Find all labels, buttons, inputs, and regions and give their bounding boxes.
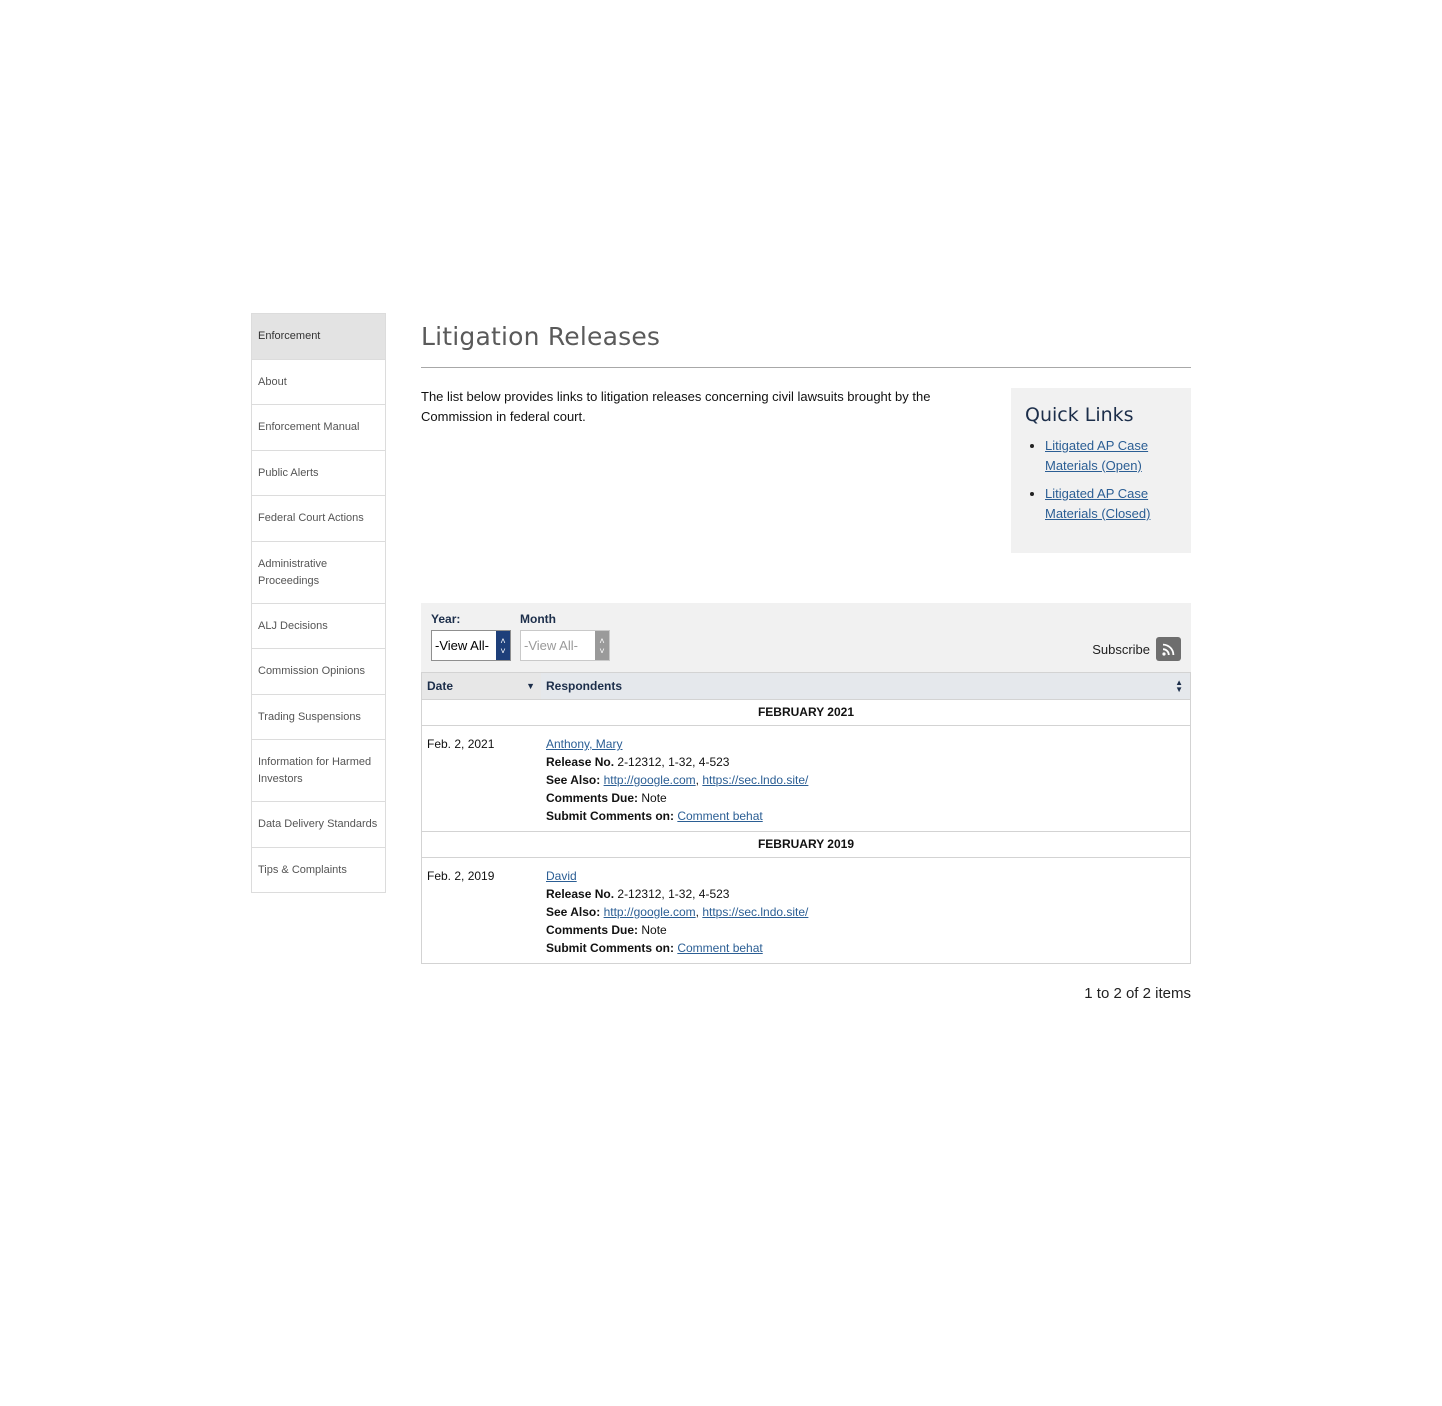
table-header: Date ▼ Respondents ▲ ▼ [422,673,1190,700]
respondent-link[interactable]: David [546,869,577,883]
submit-comments-link[interactable]: Comment behat [677,941,762,955]
sidebar-item-label: About [258,375,287,388]
sidebar-item-commission-opinions[interactable]: Commission Opinions [252,649,385,695]
date-column-header[interactable]: Date ▼ [422,673,541,699]
year-label: Year: [431,612,461,626]
comments-due-value: Note [641,791,667,805]
submit-comments-label: Submit Comments on: [546,941,674,955]
respondent-link[interactable]: Anthony, Mary [546,737,622,751]
releases-table: Date ▼ Respondents ▲ ▼ FEBRUARY 2021 Feb.… [421,672,1191,964]
quick-links-list: Litigated AP Case Materials (Open) Litig… [1025,436,1177,524]
quick-link-closed-cases[interactable]: Litigated AP Case Materials (Closed) [1045,486,1150,521]
respondents-column-header[interactable]: Respondents ▲ ▼ [541,673,1190,699]
pagination-summary: 1 to 2 of 2 items [1084,985,1191,1002]
month-select[interactable]: -View All- ˄ ˅ [520,630,610,661]
release-no-label: Release No. [546,887,615,901]
group-heading: FEBRUARY 2019 [422,832,1190,858]
see-also-link[interactable]: https://sec.lndo.site/ [702,773,808,787]
sidebar-item-administrative-proceedings[interactable]: Administrative Proceedings [252,542,385,604]
table-row: Feb. 2, 2019 David Release No. 2-12312, … [422,858,1190,963]
comments-due-value: Note [641,923,667,937]
subscribe-button[interactable]: Subscribe [1092,637,1181,661]
year-select[interactable]: -View All- ˄ ˅ [431,630,511,661]
see-also-label: See Also: [546,773,601,787]
sidebar-item-enforcement[interactable]: Enforcement [252,314,385,360]
release-date: Feb. 2, 2021 [427,737,495,751]
select-arrows-icon: ˄ ˅ [595,631,609,660]
sidebar-item-label: Trading Suspensions [258,710,361,723]
respondents-header-label: Respondents [546,679,623,693]
table-row: Feb. 2, 2021 Anthony, Mary Release No. 2… [422,726,1190,832]
select-arrows-icon: ˄ ˅ [496,631,510,660]
release-no-label: Release No. [546,755,615,769]
sidebar-item-label: Information for Harmed Investors [258,755,372,785]
year-select-value: -View All- [435,638,489,653]
date-header-label: Date [427,679,454,693]
sidebar-item-label: Enforcement [258,330,321,342]
see-also-label: See Also: [546,905,601,919]
sidebar-item-information-for-harmed-investors[interactable]: Information for Harmed Investors [252,740,385,802]
see-also-link[interactable]: http://google.com [604,905,696,919]
respondent-cell: Anthony, Mary Release No. 2-12312, 1-32,… [546,737,809,823]
sidebar-item-about[interactable]: About [252,360,385,405]
sidebar-item-federal-court-actions[interactable]: Federal Court Actions [252,496,385,542]
release-no-value: 2-12312, 1-32, 4-523 [617,887,730,901]
quick-links-panel: Quick Links Litigated AP Case Materials … [1011,388,1191,553]
comments-due-label: Comments Due: [546,791,639,805]
filter-bar: Year: -View All- ˄ ˅ Month -View All- ˄ ˅ … [421,603,1191,672]
month-label: Month [520,612,556,626]
subscribe-label: Subscribe [1092,641,1150,657]
sidebar-item-enforcement-manual[interactable]: Enforcement Manual [252,405,385,451]
title-divider [421,367,1191,368]
list-item: Litigated AP Case Materials (Closed) [1045,484,1177,524]
see-also-link[interactable]: http://google.com [604,773,696,787]
page-title: Litigation Releases [421,322,661,351]
submit-comments-label: Submit Comments on: [546,809,674,823]
quick-link-open-cases[interactable]: Litigated AP Case Materials (Open) [1045,438,1148,473]
sidebar-item-label: Tips & Complaints [258,863,347,876]
sidebar-item-public-alerts[interactable]: Public Alerts [252,451,385,496]
quick-links-title: Quick Links [1025,404,1134,426]
rss-icon[interactable] [1156,637,1181,661]
month-select-value: -View All- [524,638,578,653]
sidebar-item-label: Data Delivery Standards [258,818,378,830]
sidebar-item-tips-complaints[interactable]: Tips & Complaints [252,848,385,893]
intro-text: The list below provides links to litigat… [421,389,931,424]
sort-desc-icon: ▼ [526,681,535,691]
submit-comments-link[interactable]: Comment behat [677,809,762,823]
list-item: Litigated AP Case Materials (Open) [1045,436,1177,476]
sort-icon: ▲ ▼ [1175,678,1183,694]
sidebar-item-label: Enforcement Manual [258,421,360,433]
sidebar-item-label: Federal Court Actions [258,512,364,524]
comments-due-label: Comments Due: [546,923,639,937]
sidebar-nav: Enforcement About Enforcement Manual Pub… [251,313,386,893]
sidebar-item-alj-decisions[interactable]: ALJ Decisions [252,604,385,649]
sidebar-item-label: Public Alerts [258,466,319,479]
release-date: Feb. 2, 2019 [427,869,495,883]
sidebar-item-label: Administrative Proceedings [258,557,328,587]
sidebar-item-data-delivery-standards[interactable]: Data Delivery Standards [252,802,385,848]
see-also-link[interactable]: https://sec.lndo.site/ [702,905,808,919]
sidebar-item-label: ALJ Decisions [258,619,328,632]
group-heading: FEBRUARY 2021 [422,700,1190,726]
release-no-value: 2-12312, 1-32, 4-523 [617,755,730,769]
sidebar-item-trading-suspensions[interactable]: Trading Suspensions [252,695,385,740]
sidebar-item-label: Commission Opinions [258,665,365,677]
respondent-cell: David Release No. 2-12312, 1-32, 4-523 S… [546,869,809,955]
